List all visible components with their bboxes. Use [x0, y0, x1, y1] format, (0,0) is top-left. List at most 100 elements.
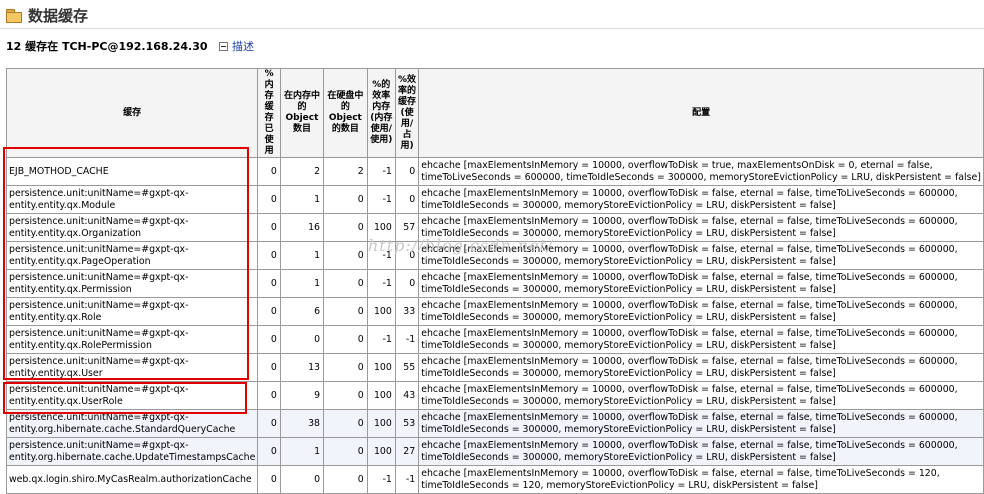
cell-in-memory: 6 [279, 297, 325, 326]
cell-on-disk: 0 [323, 353, 368, 382]
cell-config: ehcache [maxElementsInMemory = 10000, ov… [418, 465, 984, 494]
cell-mem-used: 0 [257, 241, 281, 270]
cell-cache-name: persistence.unit:unitName=#gxpt-qx-entit… [5, 241, 259, 270]
collapse-toggle-icon[interactable] [219, 41, 228, 51]
describe-link[interactable]: 描述 [232, 38, 254, 54]
cell-mem-efficiency: -1 [366, 241, 396, 270]
cell-config: ehcache [maxElementsInMemory = 10000, ov… [418, 353, 984, 382]
cell-mem-efficiency: 100 [366, 353, 396, 382]
column-header-in-memory: 在内存中的Object数目 [279, 68, 325, 158]
config-line: ehcache [maxElementsInMemory = 10000, ov… [421, 188, 958, 199]
config-line: timeToIdleSeconds = 300000, memoryStoreE… [421, 227, 836, 239]
header-divider [0, 28, 984, 29]
cell-cache-efficiency: 27 [394, 437, 420, 466]
table-row: persistence.unit:unitName=#gxpt-qx-entit… [5, 409, 984, 438]
table-row: persistence.unit:unitName=#gxpt-qx-entit… [5, 325, 984, 354]
cache-table: 缓存 %内存缓存已使用 在内存中的Object数目 在硬盘中的Object的数目… [5, 68, 984, 494]
cell-cache-efficiency: 0 [394, 269, 420, 298]
cell-mem-used: 0 [257, 325, 281, 354]
config-line: timeToIdleSeconds = 300000, memoryStoreE… [421, 255, 836, 267]
cell-in-memory: 1 [279, 437, 325, 466]
cell-mem-efficiency: -1 [366, 157, 396, 186]
table-row: persistence.unit:unitName=#gxpt-qx-entit… [5, 297, 984, 326]
cell-config: ehcache [maxElementsInMemory = 10000, ov… [418, 297, 984, 326]
config-line: timeToIdleSeconds = 300000, memoryStoreE… [421, 395, 836, 407]
config-line: timeToIdleSeconds = 300000, memoryStoreE… [421, 311, 836, 323]
cell-mem-used: 0 [257, 297, 281, 326]
config-line: timeToIdleSeconds = 300000, memoryStoreE… [421, 283, 836, 295]
table-row: persistence.unit:unitName=#gxpt-qx-entit… [5, 241, 984, 270]
cell-config: ehcache [maxElementsInMemory = 10000, ov… [418, 213, 984, 242]
config-line: timeToIdleSeconds = 120, memoryStoreEvic… [421, 479, 818, 491]
cell-in-memory: 16 [279, 213, 325, 242]
cell-cache-name: persistence.unit:unitName=#gxpt-qx-entit… [5, 213, 259, 242]
table-row: persistence.unit:unitName=#gxpt-qx-entit… [5, 381, 984, 410]
cell-on-disk: 0 [323, 213, 368, 242]
config-line: timeToIdleSeconds = 300000, memoryStoreE… [421, 451, 836, 463]
cell-on-disk: 0 [323, 269, 368, 298]
cell-cache-name: persistence.unit:unitName=#gxpt-qx-entit… [5, 269, 259, 298]
cell-cache-efficiency: 53 [394, 409, 420, 438]
cell-mem-used: 0 [257, 213, 281, 242]
config-line: ehcache [maxElementsInMemory = 10000, ov… [421, 412, 958, 423]
config-line: ehcache [maxElementsInMemory = 10000, ov… [421, 468, 940, 479]
cell-mem-used: 0 [257, 409, 281, 438]
cell-cache-efficiency: 57 [394, 213, 420, 242]
cell-config: ehcache [maxElementsInMemory = 10000, ov… [418, 437, 984, 466]
cell-mem-used: 0 [257, 157, 281, 186]
cell-cache-efficiency: 55 [394, 353, 420, 382]
table-row: web.qx.login.shiro.MyCasRealm.authorizat… [5, 465, 984, 494]
cell-mem-efficiency: 100 [366, 437, 396, 466]
cell-mem-efficiency: -1 [366, 185, 396, 214]
cell-in-memory: 1 [279, 269, 325, 298]
cell-config: ehcache [maxElementsInMemory = 10000, ov… [418, 381, 984, 410]
config-line: ehcache [maxElementsInMemory = 10000, ov… [421, 440, 958, 451]
column-header-cache: 缓存 [5, 68, 259, 158]
cell-in-memory: 9 [279, 381, 325, 410]
cell-config: ehcache [maxElementsInMemory = 10000, ov… [418, 325, 984, 354]
cell-cache-efficiency: -1 [394, 325, 420, 354]
cell-mem-used: 0 [257, 381, 281, 410]
config-line: ehcache [maxElementsInMemory = 10000, ov… [421, 160, 933, 171]
config-line: ehcache [maxElementsInMemory = 10000, ov… [421, 328, 958, 339]
cell-on-disk: 0 [323, 437, 368, 466]
cell-on-disk: 0 [323, 325, 368, 354]
column-header-config: 配置 [418, 68, 984, 158]
table-row: persistence.unit:unitName=#gxpt-qx-entit… [5, 269, 984, 298]
cell-cache-name: persistence.unit:unitName=#gxpt-qx-entit… [5, 437, 259, 466]
table-header-row: 缓存 %内存缓存已使用 在内存中的Object数目 在硬盘中的Object的数目… [5, 68, 984, 158]
describe-toggle[interactable]: 描述 [219, 38, 254, 54]
cell-mem-efficiency: 100 [366, 381, 396, 410]
cell-in-memory: 0 [279, 325, 325, 354]
cache-host-summary: 12 缓存在 TCH-PC@192.168.24.30 [6, 40, 208, 53]
cell-on-disk: 0 [323, 465, 368, 494]
folder-icon [6, 8, 22, 23]
cell-in-memory: 1 [279, 185, 325, 214]
cell-cache-name: web.qx.login.shiro.MyCasRealm.authorizat… [5, 465, 259, 494]
cell-cache-name: persistence.unit:unitName=#gxpt-qx-entit… [5, 353, 259, 382]
cell-mem-efficiency: -1 [366, 465, 396, 494]
cell-cache-name: persistence.unit:unitName=#gxpt-qx-entit… [5, 325, 259, 354]
table-row: persistence.unit:unitName=#gxpt-qx-entit… [5, 437, 984, 466]
cell-cache-efficiency: 0 [394, 185, 420, 214]
cell-config: ehcache [maxElementsInMemory = 10000, ov… [418, 157, 984, 186]
cell-cache-efficiency: 33 [394, 297, 420, 326]
page-header: 数据缓存 [6, 4, 88, 26]
cell-config: ehcache [maxElementsInMemory = 10000, ov… [418, 269, 984, 298]
page-title: 数据缓存 [28, 6, 89, 25]
cell-cache-efficiency: 43 [394, 381, 420, 410]
cell-mem-efficiency: 100 [366, 297, 396, 326]
cell-in-memory: 0 [279, 465, 325, 494]
cell-on-disk: 0 [323, 409, 368, 438]
cell-cache-name: persistence.unit:unitName=#gxpt-qx-entit… [5, 409, 259, 438]
config-line: ehcache [maxElementsInMemory = 10000, ov… [421, 300, 958, 311]
cell-cache-name: persistence.unit:unitName=#gxpt-qx-entit… [5, 185, 259, 214]
cell-mem-efficiency: 100 [366, 409, 396, 438]
cell-cache-name: persistence.unit:unitName=#gxpt-qx-entit… [5, 381, 259, 410]
column-header-mem-used: %内存缓存已使用 [257, 68, 281, 158]
cell-on-disk: 0 [323, 241, 368, 270]
config-line: timeToLiveSeconds = 600000, timeToIdleSe… [421, 171, 981, 183]
config-line: timeToIdleSeconds = 300000, memoryStoreE… [421, 339, 836, 351]
cell-mem-used: 0 [257, 437, 281, 466]
cell-mem-used: 0 [257, 465, 281, 494]
